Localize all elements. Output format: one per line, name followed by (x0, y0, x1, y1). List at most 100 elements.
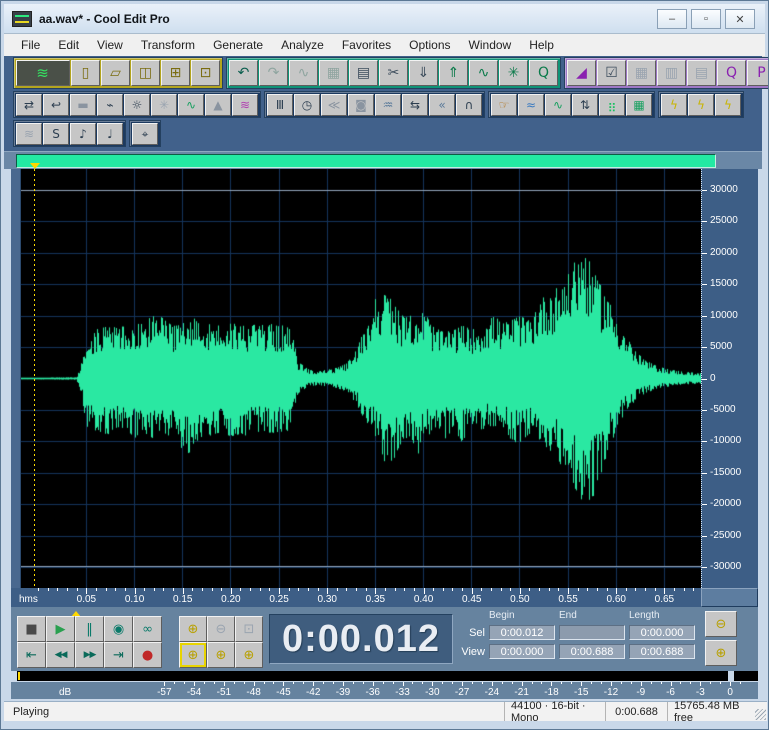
playback-cursor-line[interactable] (34, 169, 35, 588)
view-end-value[interactable]: 0:00.688 (559, 644, 625, 659)
vertical-zoom-out-button[interactable]: ⊖ (705, 611, 737, 637)
restore-button[interactable]: ↩ (43, 94, 69, 116)
mix-button[interactable]: ∿ (289, 60, 318, 86)
play-list-button[interactable]: P (747, 60, 769, 86)
trim-button[interactable]: ▦ (319, 60, 348, 86)
amplitude-ruler[interactable]: 300002500020000150001000050000-5000-1000… (701, 169, 758, 588)
resize-grip[interactable] (755, 709, 766, 720)
pencil-edit-button[interactable]: ⌁ (97, 94, 123, 116)
paste-button[interactable]: ⇓ (409, 60, 438, 86)
view-begin-value[interactable]: 0:00.000 (489, 644, 555, 659)
redo-button[interactable]: ↷ (259, 60, 288, 86)
play-note-button[interactable]: ♩ (97, 123, 123, 145)
menu-analyze[interactable]: Analyze (272, 36, 333, 54)
convert-sample-type-button[interactable]: ∿ (469, 60, 498, 86)
waveform-canvas[interactable] (21, 169, 701, 588)
scrub-tool-button[interactable]: ⇄ (16, 94, 42, 116)
menu-options[interactable]: Options (400, 36, 459, 54)
multi-wave-button[interactable]: ≋ (232, 94, 258, 116)
zoom-to-selection-button[interactable]: ⊕ (179, 642, 207, 668)
menu-transform[interactable]: Transform (132, 36, 204, 54)
play-button[interactable]: ▶ (46, 616, 75, 642)
go-to-end-button[interactable]: ⇥ (104, 642, 133, 668)
cone-filter-button[interactable]: ▲ (205, 94, 231, 116)
waves-gray-button[interactable]: ≋ (16, 123, 42, 145)
maximize-button[interactable]: ▫ (691, 9, 721, 29)
sel-begin-value[interactable]: 0:00.012 (489, 625, 555, 640)
level-meter[interactable] (17, 671, 728, 681)
brightness-button[interactable]: ☼ (124, 94, 150, 116)
hand-mix-button[interactable]: ☞ (491, 94, 517, 116)
zoom-out-button[interactable]: ⊖ (207, 616, 235, 642)
fast-forward-button[interactable]: ▶▶ (75, 642, 104, 668)
menu-window[interactable]: Window (460, 36, 521, 54)
grid-view-3-button[interactable]: ▤ (687, 60, 716, 86)
waveform-display[interactable] (21, 169, 701, 588)
save-file-button[interactable]: ◫ (131, 60, 160, 86)
grid-view-2-button[interactable]: ▥ (657, 60, 686, 86)
cue-list-button[interactable]: Q (717, 60, 746, 86)
sine-generate-button[interactable]: ∿ (545, 94, 571, 116)
db-ruler[interactable]: dB -57-54-51-48-45-42-39-36-33-30-27-24-… (11, 682, 758, 699)
menu-view[interactable]: View (88, 36, 132, 54)
overview-range[interactable] (16, 154, 716, 168)
vertical-zoom-in-button[interactable]: ⊕ (705, 640, 737, 666)
minimize-button[interactable]: – (657, 9, 687, 29)
zoom-left-edge-button[interactable]: ⊕ (207, 642, 235, 668)
spectral-view-button[interactable]: ◢ (567, 60, 596, 86)
cursor-marker-top[interactable] (30, 163, 40, 174)
sel-length-value[interactable]: 0:00.000 (629, 625, 695, 640)
sel-end-value[interactable] (559, 625, 625, 640)
zoom-full-button[interactable]: ⊡ (235, 616, 263, 642)
title-bar[interactable]: aa.wav* - Cool Edit Pro – ▫ ✕ (4, 4, 765, 34)
hiss-reduction-button[interactable]: ϟ (715, 94, 741, 116)
rewind-button[interactable]: ◀◀ (46, 642, 75, 668)
time-ruler[interactable]: hms 0.050.100.150.200.250.300.350.400.45… (11, 588, 758, 607)
zoom-in-button[interactable]: ⊕ (179, 616, 207, 642)
echo-button[interactable]: ≪ (321, 94, 347, 116)
stretch-button[interactable]: ⇆ (402, 94, 428, 116)
menu-help[interactable]: Help (520, 36, 563, 54)
menu-edit[interactable]: Edit (49, 36, 88, 54)
filter-curve-button[interactable]: ∩ (456, 94, 482, 116)
menu-favorites[interactable]: Favorites (333, 36, 400, 54)
stop-button[interactable]: ■ (17, 616, 46, 642)
save-as-button[interactable]: ⊞ (161, 60, 190, 86)
cut-button[interactable]: ✂ (379, 60, 408, 86)
snap-button[interactable]: S (43, 123, 69, 145)
delay-timer-button[interactable]: ◷ (294, 94, 320, 116)
play-looped-button[interactable]: ∞ (133, 616, 162, 642)
undo-button[interactable]: ↶ (229, 60, 258, 86)
click-removal-button[interactable]: ϟ (661, 94, 687, 116)
zoom-right-edge-button[interactable]: ⊕ (235, 642, 263, 668)
full-reverb-button[interactable]: « (429, 94, 455, 116)
room-reverb-button[interactable]: ◙ (348, 94, 374, 116)
frequency-grid-button[interactable]: ▦ (626, 94, 652, 116)
save-selection-button[interactable]: ⊡ (191, 60, 220, 86)
open-file-button[interactable]: ▱ (101, 60, 130, 86)
copy-button[interactable]: ▤ (349, 60, 378, 86)
spectrum-bars-button[interactable]: ⣶ (599, 94, 625, 116)
grid-view-1-button[interactable]: ▦ (627, 60, 656, 86)
options-check-button[interactable]: ☑ (597, 60, 626, 86)
organ-pipes-button[interactable]: Ⅲ (267, 94, 293, 116)
fit-notes-button[interactable]: ⌖ (132, 123, 158, 145)
cue-note-button[interactable]: ♪ (70, 123, 96, 145)
batch-process-button[interactable]: Q (529, 60, 558, 86)
go-to-beginning-button[interactable]: ⇤ (17, 642, 46, 668)
normalize-group-button[interactable]: ✳ (499, 60, 528, 86)
normalize-updown-button[interactable]: ⇅ (572, 94, 598, 116)
paste-to-new-button[interactable]: ⇑ (439, 60, 468, 86)
play-from-cursor-button[interactable]: ◉ (104, 616, 133, 642)
noise-reduction-button[interactable]: ϟ (688, 94, 714, 116)
close-button[interactable]: ✕ (725, 9, 755, 29)
silence-button[interactable]: ▬ (70, 94, 96, 116)
menu-generate[interactable]: Generate (204, 36, 272, 54)
multitrack-view-button[interactable]: ≋ (16, 60, 70, 86)
freeze-button[interactable]: ✳ (151, 94, 177, 116)
view-length-value[interactable]: 0:00.688 (629, 644, 695, 659)
pause-button[interactable]: ‖ (75, 616, 104, 642)
record-button[interactable]: ● (133, 642, 162, 668)
new-file-button[interactable]: ▯ (71, 60, 100, 86)
waves-blue-button[interactable]: ≈ (518, 94, 544, 116)
